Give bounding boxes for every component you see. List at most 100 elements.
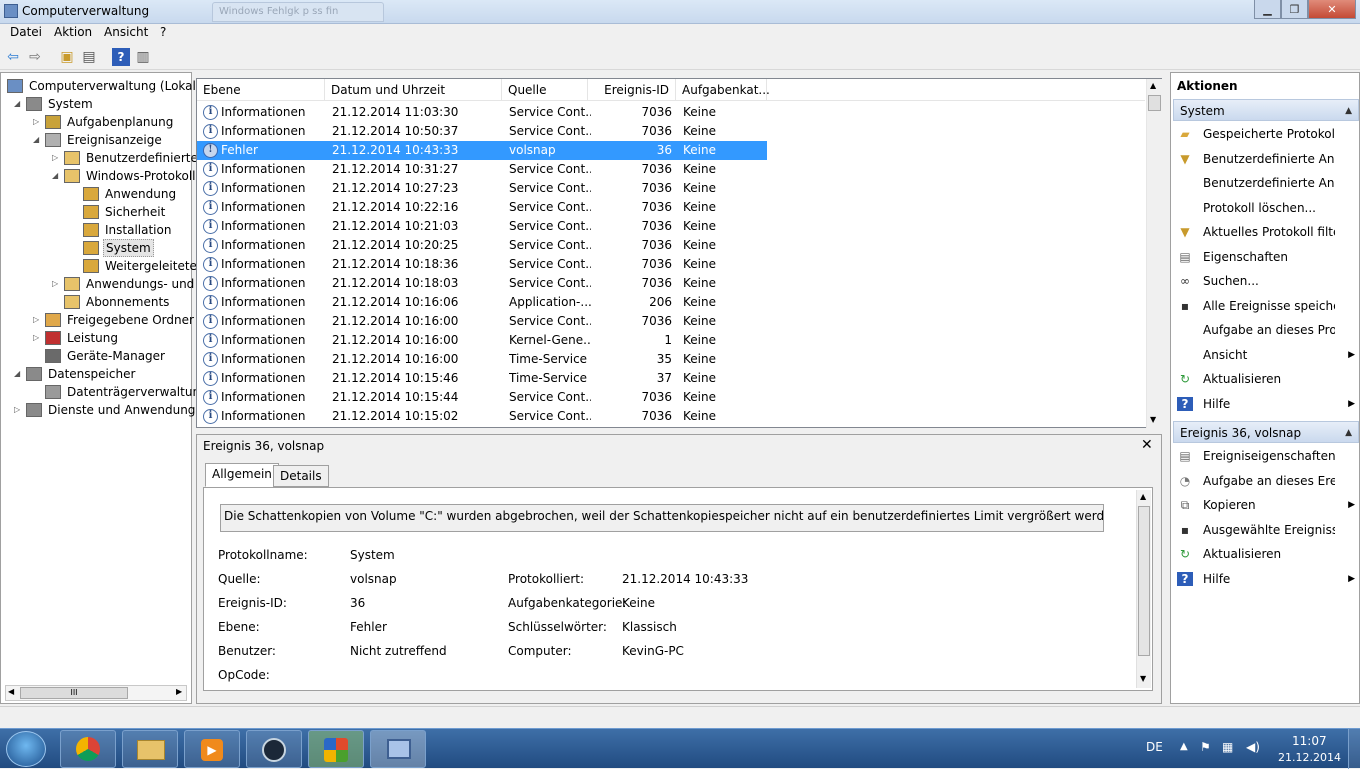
action-item[interactable]: Protokoll löschen... <box>1175 197 1355 219</box>
action-item[interactable]: ↻ Aktualisieren <box>1175 543 1355 565</box>
close-detail-icon[interactable]: ✕ <box>1141 437 1153 453</box>
flag-icon[interactable]: ⚑ <box>1200 740 1211 754</box>
scroll-up-icon[interactable]: ▲ <box>1140 492 1146 501</box>
menu-ansicht[interactable]: Ansicht <box>102 25 150 39</box>
tree-item[interactable]: ◢ System <box>1 95 191 113</box>
collapse-icon[interactable]: ◢ <box>52 167 58 185</box>
tree-item[interactable]: Sicherheit <box>1 203 191 221</box>
tree-item[interactable]: ▷ Aufgabenplanung <box>1 113 191 131</box>
language-indicator[interactable]: DE <box>1146 740 1163 754</box>
column-ereignis-id[interactable]: Ereignis-ID <box>588 79 676 101</box>
scroll-thumb[interactable] <box>1138 506 1150 656</box>
collapse-icon[interactable]: ▲ <box>1345 100 1352 122</box>
event-row[interactable]: i Informationen 21.12.2014 10:31:27 Service… <box>197 160 767 179</box>
column-datum[interactable]: Datum und Uhrzeit <box>325 79 502 101</box>
event-row[interactable]: i Informationen 21.12.2014 10:15:44 Service… <box>197 388 767 407</box>
action-item[interactable]: Benutzerdefinierte Ansi... <box>1175 172 1355 194</box>
tab-allgemein[interactable]: Allgemein <box>205 463 279 487</box>
expand-icon[interactable]: ▷ <box>33 329 39 347</box>
action-item[interactable]: ? Hilfe ▶ <box>1175 568 1355 590</box>
actions-group-event[interactable]: Ereignis 36, volsnap ▲ <box>1173 421 1359 443</box>
event-row[interactable]: i Informationen 21.12.2014 10:22:16 Service… <box>197 198 767 217</box>
collapse-icon[interactable]: ▲ <box>1345 422 1352 444</box>
media-player-taskbar-button[interactable]: ▶ <box>184 730 240 768</box>
steam-taskbar-button[interactable] <box>246 730 302 768</box>
tree-item[interactable]: Abonnements <box>1 293 191 311</box>
column-ebene[interactable]: Ebene <box>197 79 325 101</box>
expand-icon[interactable]: ▷ <box>52 275 58 293</box>
network-icon[interactable]: ▦ <box>1222 740 1233 754</box>
tree-item[interactable]: ◢ Ereignisanzeige <box>1 131 191 149</box>
tree-item[interactable]: Datenträgerverwaltung <box>1 383 208 401</box>
menu-datei[interactable]: Datei <box>8 25 44 39</box>
event-row[interactable]: i Informationen 21.12.2014 10:16:06 Applica… <box>197 293 767 312</box>
action-item[interactable]: ▤ Ereigniseigenschaften <box>1175 445 1355 467</box>
tree-item[interactable]: Geräte-Manager <box>1 347 191 365</box>
clock-date[interactable]: 21.12.2014 <box>1278 751 1341 764</box>
action-item[interactable]: ▼ Benutzerdefinierte Ansi... <box>1175 148 1355 170</box>
action-item[interactable]: ? Hilfe ▶ <box>1175 393 1355 415</box>
tree-item[interactable]: ◢ Windows-Protokolle <box>1 167 203 185</box>
collapse-icon[interactable]: ◢ <box>14 95 20 113</box>
volume-icon[interactable]: ◀) <box>1246 740 1260 754</box>
maximize-button[interactable]: ❐ <box>1281 0 1308 19</box>
action-item[interactable]: Ansicht ▶ <box>1175 344 1355 366</box>
menu-aktion[interactable]: Aktion <box>52 25 94 39</box>
action-item[interactable]: ↻ Aktualisieren <box>1175 368 1355 390</box>
tree-item[interactable]: Weitergeleitete E <box>1 257 208 275</box>
tree-item[interactable]: ▷ Dienste und Anwendungen <box>1 401 210 419</box>
up-folder-icon[interactable]: ▣ <box>58 48 76 66</box>
action-item[interactable]: ⧉ Kopieren ▶ <box>1175 494 1355 516</box>
event-row[interactable]: i Informationen 21.12.2014 10:16:00 Kernel-… <box>197 331 767 350</box>
chrome-taskbar-button[interactable] <box>60 730 116 768</box>
event-row[interactable]: i Informationen 21.12.2014 10:16:00 Time-Se… <box>197 350 767 369</box>
tree-item[interactable]: System <box>1 239 191 257</box>
show-hide-console-icon[interactable]: ▤ <box>80 48 98 66</box>
menu-help[interactable]: ? <box>158 25 168 39</box>
tree-item[interactable]: ▷ Benutzerdefinierte A <box>1 149 210 167</box>
action-item[interactable]: ▰ Gespeicherte Protokoll... <box>1175 123 1355 145</box>
computer-management-taskbar-button[interactable] <box>370 730 426 768</box>
scroll-left-icon[interactable]: ◀ <box>8 687 14 696</box>
event-row[interactable]: i Informationen 21.12.2014 10:18:03 Service… <box>197 274 767 293</box>
show-hidden-icons-icon[interactable]: ▲ <box>1180 741 1188 752</box>
minimize-button[interactable]: ▁ <box>1254 0 1281 19</box>
event-row[interactable]: i Informationen 21.12.2014 10:15:46 Time-Se… <box>197 369 767 388</box>
action-item[interactable]: ▼ Aktuelles Protokoll filte... <box>1175 221 1355 243</box>
event-row[interactable]: i Informationen 21.12.2014 10:50:37 Service… <box>197 122 767 141</box>
scroll-right-icon[interactable]: ▶ <box>176 687 182 696</box>
forward-arrow-icon[interactable]: ⇨ <box>26 48 44 66</box>
tree-item[interactable]: Anwendung <box>1 185 191 203</box>
collapse-icon[interactable]: ◢ <box>14 365 20 383</box>
column-quelle[interactable]: Quelle <box>502 79 588 101</box>
tree-horizontal-scrollbar[interactable]: ◀ III ▶ <box>5 685 187 701</box>
scroll-up-icon[interactable]: ▲ <box>1150 81 1156 90</box>
explorer-taskbar-button[interactable] <box>122 730 178 768</box>
action-item[interactable]: ▪ Alle Ereignisse speicher... <box>1175 295 1355 317</box>
event-row[interactable]: i Informationen 21.12.2014 11:03:30 Service… <box>197 103 767 122</box>
event-row[interactable]: i Informationen 21.12.2014 10:18:36 Service… <box>197 255 767 274</box>
security-taskbar-button[interactable] <box>308 730 364 768</box>
action-pane-icon[interactable]: ▥ <box>134 48 152 66</box>
action-item[interactable]: Aufgabe an dieses Prot... <box>1175 319 1355 341</box>
event-row[interactable]: i Informationen 21.12.2014 10:27:23 Service… <box>197 179 767 198</box>
close-button[interactable]: ✕ <box>1308 0 1356 19</box>
detail-scrollbar[interactable]: ▲ ▼ <box>1136 490 1151 688</box>
expand-icon[interactable]: ▷ <box>33 311 39 329</box>
action-item[interactable]: ∞ Suchen... <box>1175 270 1355 292</box>
scroll-down-icon[interactable]: ▼ <box>1150 415 1156 424</box>
expand-icon[interactable]: ▷ <box>14 401 20 419</box>
action-item[interactable]: ▪ Ausgewählte Ereignisse... <box>1175 519 1355 541</box>
event-row[interactable]: i Informationen 21.12.2014 10:16:00 Service… <box>197 312 767 331</box>
tree-item[interactable]: ▷ Freigegebene Ordner <box>1 311 194 329</box>
show-desktop-button[interactable] <box>1348 729 1360 769</box>
scroll-thumb[interactable]: III <box>20 687 128 699</box>
scroll-down-icon[interactable]: ▼ <box>1140 674 1146 683</box>
tree-item[interactable]: ◢ Datenspeicher <box>1 365 191 383</box>
tab-details[interactable]: Details <box>273 465 329 487</box>
tree-item[interactable]: Computerverwaltung (Lokal) <box>1 77 201 95</box>
start-button[interactable] <box>6 731 46 767</box>
collapse-icon[interactable]: ◢ <box>33 131 39 149</box>
event-list-scrollbar[interactable]: ▲ ▼ <box>1146 79 1162 428</box>
tree-item[interactable]: Installation <box>1 221 191 239</box>
